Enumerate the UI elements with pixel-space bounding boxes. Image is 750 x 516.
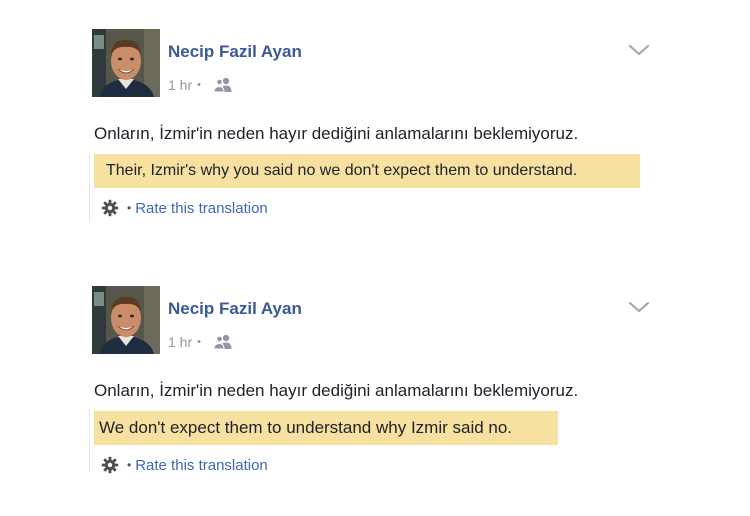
post-text: Onların, İzmir'in neden hayır dediğini a… <box>94 124 579 143</box>
post-time[interactable]: 1 hr <box>168 77 192 93</box>
author-name[interactable]: Necip Fazil Ayan <box>168 299 302 319</box>
rate-separator: • <box>127 458 132 472</box>
author-name[interactable]: Necip Fazil Ayan <box>168 42 302 62</box>
meta-separator: • <box>197 79 201 91</box>
rate-translation-row: • Rate this translation <box>101 198 268 218</box>
meta-separator: • <box>197 336 201 348</box>
gear-icon[interactable] <box>101 456 119 474</box>
post-meta: 1 hr • <box>168 75 233 95</box>
translation-text: We don't expect them to understand why I… <box>94 411 558 445</box>
avatar[interactable] <box>92 286 160 354</box>
profile-photo <box>92 29 160 97</box>
rate-translation-link[interactable]: Rate this translation <box>135 200 268 217</box>
translation-divider <box>89 409 90 473</box>
rate-translation-link[interactable]: Rate this translation <box>135 457 268 474</box>
profile-photo <box>92 286 160 354</box>
gear-icon[interactable] <box>101 199 119 217</box>
friends-icon[interactable] <box>213 77 233 93</box>
avatar[interactable] <box>92 29 160 97</box>
rate-translation-row: • Rate this translation <box>101 455 268 475</box>
post-text: Onların, İzmir'in neden hayır dediğini a… <box>94 381 579 400</box>
post-time[interactable]: 1 hr <box>168 334 192 350</box>
post-meta: 1 hr • <box>168 332 233 352</box>
friends-icon[interactable] <box>213 334 233 350</box>
chevron-down-icon[interactable] <box>628 42 650 58</box>
rate-separator: • <box>127 201 132 215</box>
translation-text: Their, Izmir's why you said no we don't … <box>94 154 640 188</box>
translation-divider <box>89 152 90 222</box>
chevron-down-icon[interactable] <box>628 299 650 315</box>
